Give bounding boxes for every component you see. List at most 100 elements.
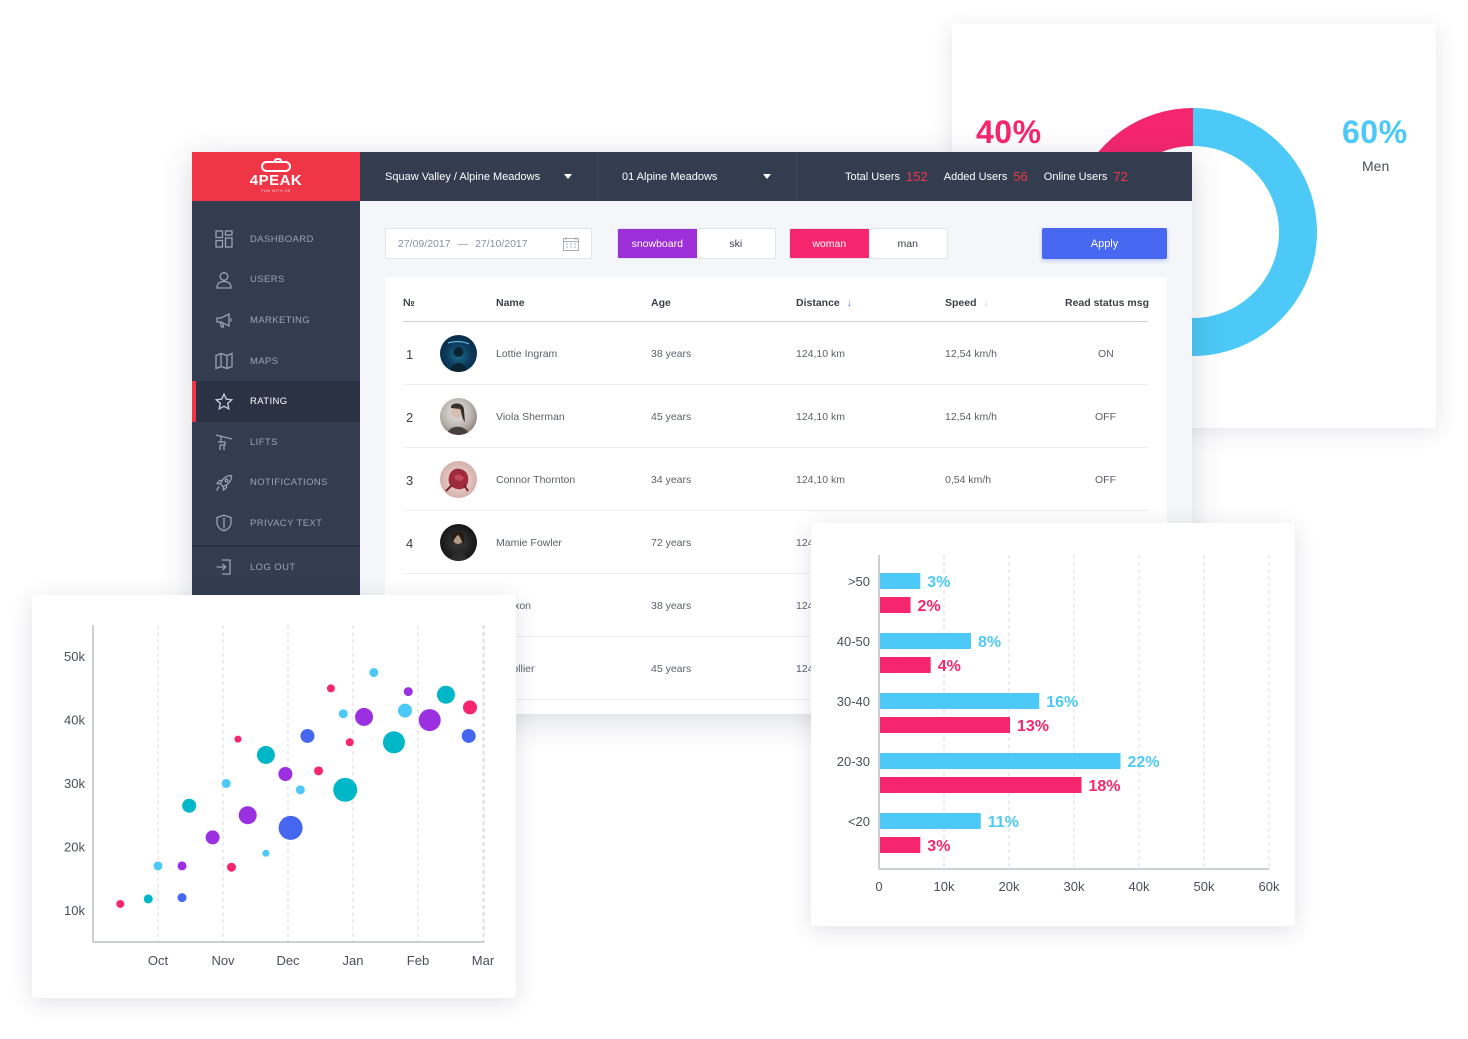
stat-label: Added Users — [943, 170, 1008, 183]
user-icon — [214, 270, 234, 290]
user-age: 45 years — [651, 410, 692, 423]
avatar — [440, 461, 477, 498]
date-to: 27/10/2017 — [475, 237, 528, 250]
user-speed: 0,54 km/h — [945, 473, 992, 486]
table-row[interactable]: 2 Viola Sherman 45 years 124,10 km 12,54… — [403, 385, 1148, 448]
user-distance: 124,10 km — [796, 410, 846, 423]
sidebar-item-label: DASHBOARD — [250, 233, 314, 245]
bar-value-label: 3% — [927, 574, 950, 591]
data-point — [463, 700, 477, 715]
sidebar-item-users[interactable]: USERS — [192, 260, 360, 301]
data-point — [205, 830, 220, 845]
chevron-down-icon[interactable] — [763, 174, 771, 179]
column-header-distance[interactable]: Distance ↓ — [796, 297, 852, 309]
sidebar-item-marketing[interactable]: MARKETING — [192, 300, 360, 341]
x-tick-label: Mar — [472, 953, 495, 968]
avatar — [440, 398, 477, 435]
logo[interactable]: 4PEAK FUN WITH US — [192, 152, 360, 201]
distance-header-label: Distance — [796, 297, 840, 309]
data-point — [116, 899, 125, 908]
table-row[interactable]: 3 Connor Thornton 34 years 124,10 km 0,5… — [403, 448, 1148, 511]
area-select-value: 01 Alpine Meadows — [622, 170, 718, 183]
user-speed: 12,54 km/h — [945, 410, 997, 423]
rocket-icon — [214, 473, 234, 493]
bar — [880, 717, 1010, 733]
ski-option[interactable]: ski — [697, 229, 776, 258]
sidebar-item-privacy-text[interactable]: PRIVACY TEXT — [192, 503, 360, 544]
logo-tagline: FUN WITH US — [261, 187, 291, 193]
category-label: >50 — [848, 574, 870, 589]
age-bar-chart: 0 10k 20k 30k 40k 50k 60k >50 3% 2% 40-50 8% 4% 30-40… — [837, 555, 1280, 894]
sidebar-item-maps[interactable]: MAPS — [192, 341, 360, 382]
sidebar-item-label: PRIVACY TEXT — [250, 517, 323, 529]
data-point — [403, 687, 413, 697]
bar — [880, 573, 921, 589]
data-point — [177, 861, 187, 871]
sort-down-arrow-icon[interactable]: ↓ — [984, 298, 989, 309]
user-age: 38 years — [651, 347, 692, 360]
logout-button[interactable]: LOG OUT — [192, 547, 360, 587]
megaphone-icon — [214, 310, 234, 330]
data-point — [436, 685, 455, 704]
chevron-down-icon[interactable] — [564, 174, 572, 179]
x-tick-label: 0 — [875, 879, 882, 894]
logo-text: 4PEAK — [249, 171, 303, 189]
row-number: 1 — [406, 347, 414, 362]
sidebar-item-dashboard[interactable]: DASHBOARD — [192, 219, 360, 260]
bar — [880, 597, 911, 613]
calendar-icon[interactable] — [563, 237, 579, 254]
data-point — [345, 738, 354, 747]
user-speed: 12,54 km/h — [945, 347, 997, 360]
sidebar-item-rating[interactable]: RATING — [192, 381, 360, 422]
logout-icon — [214, 557, 234, 577]
woman-option[interactable]: woman — [790, 229, 869, 258]
data-point — [278, 766, 293, 781]
sidebar-item-label: LIFTS — [250, 436, 278, 448]
data-point — [278, 815, 303, 840]
date-from: 27/09/2017 — [398, 237, 451, 250]
resort-select[interactable]: Squaw Valley / Alpine Meadows — [385, 152, 540, 201]
sidebar-item-label: RATING — [250, 396, 288, 408]
x-tick-label: 20k — [999, 879, 1020, 894]
data-point — [153, 861, 163, 871]
stat-label: Online Users — [1043, 170, 1108, 183]
x-tick-label: 50k — [1194, 879, 1215, 894]
user-name: Viola Sherman — [496, 410, 565, 423]
lift-icon — [214, 432, 234, 452]
user-name: Mamie Fowler — [496, 536, 562, 549]
table-row[interactable]: 1 Lottie Ingram 38 years 124,10 km 12,54… — [403, 322, 1148, 385]
goggles-icon — [261, 157, 291, 172]
top-bar: Squaw Valley / Alpine Meadows 01 Alpine … — [360, 152, 1192, 201]
snowboard-option[interactable]: snowboard — [618, 229, 697, 258]
bar-value-label: 22% — [1128, 754, 1160, 771]
bar — [880, 693, 1040, 709]
sidebar-item-lifts[interactable]: LIFTS — [192, 422, 360, 463]
sort-down-arrow-icon[interactable]: ↓ — [847, 298, 852, 309]
read-status: OFF — [1095, 473, 1116, 486]
y-tick-label: 30k — [64, 776, 85, 791]
topbar-divider — [796, 152, 797, 201]
column-header-age[interactable]: Age — [651, 297, 671, 309]
column-header-read-status[interactable]: Read status msg — [1065, 297, 1149, 309]
bar-value-label: 2% — [918, 598, 941, 615]
column-header-name[interactable]: Name — [496, 297, 525, 309]
data-point — [238, 806, 257, 825]
men-percent: 60% — [1342, 114, 1408, 150]
column-header-speed[interactable]: Speed ↓ — [945, 297, 989, 309]
apply-button[interactable]: Apply — [1042, 228, 1167, 259]
data-point — [256, 745, 275, 764]
area-select[interactable]: 01 Alpine Meadows — [622, 152, 717, 201]
logout-label: LOG OUT — [250, 561, 296, 573]
stat-online-users: Online Users 72 — [1044, 169, 1128, 184]
date-range-picker[interactable]: 27/09/2017 — 27/10/2017 — [385, 228, 592, 259]
x-tick-label: 30k — [1064, 879, 1085, 894]
topbar-divider — [597, 152, 598, 201]
data-point — [369, 668, 379, 678]
man-option[interactable]: man — [869, 229, 948, 258]
data-point — [221, 779, 231, 788]
user-distance: 124,10 km — [796, 347, 846, 360]
bar-value-label: 18% — [1089, 778, 1121, 795]
x-tick-label: 10k — [934, 879, 955, 894]
sidebar-item-notifications[interactable]: NOTIFICATIONS — [192, 463, 360, 504]
y-tick-label: 10k — [64, 903, 85, 918]
